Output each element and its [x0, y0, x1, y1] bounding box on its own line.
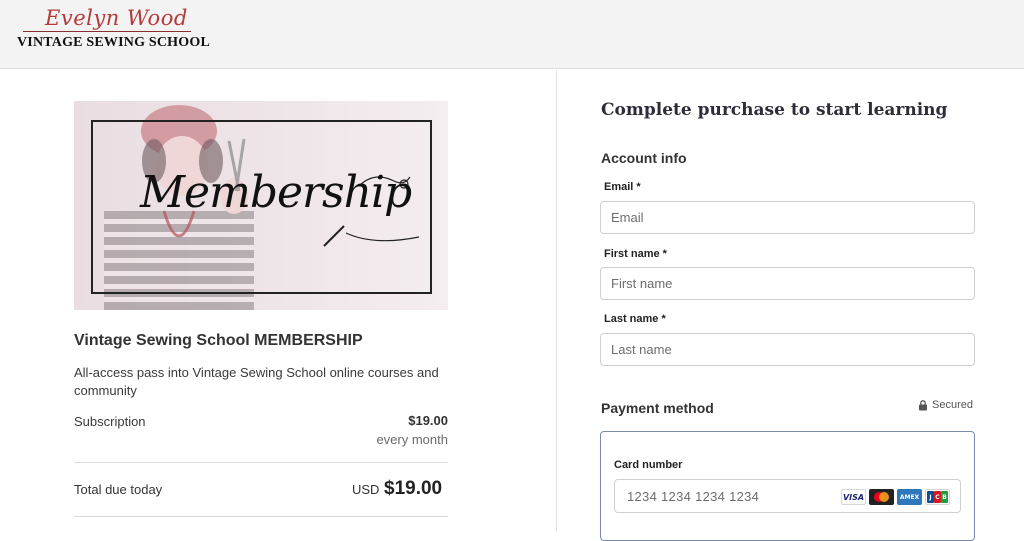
- subscription-label: Subscription: [74, 414, 146, 429]
- card-brand-icons: VISA AMEX JCB: [841, 489, 950, 505]
- logo-script-text: Evelyn Wood: [45, 6, 188, 30]
- product-hero-image: Membership: [74, 101, 448, 310]
- card-number-placeholder: 1234 1234 1234 1234: [627, 489, 760, 504]
- email-field[interactable]: [600, 201, 975, 234]
- logo-subtitle: VINTAGE SEWING SCHOOL: [17, 35, 210, 50]
- site-logo[interactable]: Evelyn Wood VINTAGE SEWING SCHOOL: [17, 6, 212, 54]
- total-amount: $19.00: [384, 478, 443, 499]
- visa-icon: VISA: [841, 489, 866, 505]
- account-info-heading: Account info: [601, 150, 687, 166]
- last-name-field[interactable]: [600, 333, 975, 366]
- email-label: Email *: [604, 181, 641, 193]
- summary-divider: [74, 462, 448, 463]
- payment-method-heading: Payment method: [601, 400, 714, 416]
- amex-icon: AMEX: [897, 489, 922, 505]
- first-name-field[interactable]: [600, 267, 975, 300]
- product-description: All-access pass into Vintage Sewing Scho…: [74, 365, 439, 398]
- secured-indicator: Secured: [918, 399, 973, 411]
- checkout-heading: Complete purchase to start learning: [601, 100, 948, 120]
- card-number-input[interactable]: 1234 1234 1234 1234 VISA AMEX JCB: [614, 479, 961, 513]
- hero-title: Membership: [140, 167, 412, 218]
- product-title: Vintage Sewing School MEMBERSHIP: [74, 332, 363, 349]
- column-divider: [556, 70, 557, 531]
- first-name-label: First name *: [604, 248, 667, 260]
- subscription-period: every month: [376, 432, 448, 447]
- total-currency: USD: [352, 482, 380, 497]
- card-number-label: Card number: [614, 459, 683, 471]
- mastercard-icon: [869, 489, 894, 505]
- lock-icon: [919, 399, 927, 410]
- secured-label: Secured: [932, 399, 973, 411]
- last-name-label: Last name *: [604, 313, 666, 325]
- logo-underline: [23, 31, 191, 32]
- summary-divider-bottom: [74, 516, 448, 517]
- total-due-label: Total due today: [74, 482, 163, 497]
- site-header: Evelyn Wood VINTAGE SEWING SCHOOL: [0, 0, 1024, 69]
- jcb-icon: JCB: [925, 489, 950, 505]
- subscription-price: $19.00: [408, 413, 448, 428]
